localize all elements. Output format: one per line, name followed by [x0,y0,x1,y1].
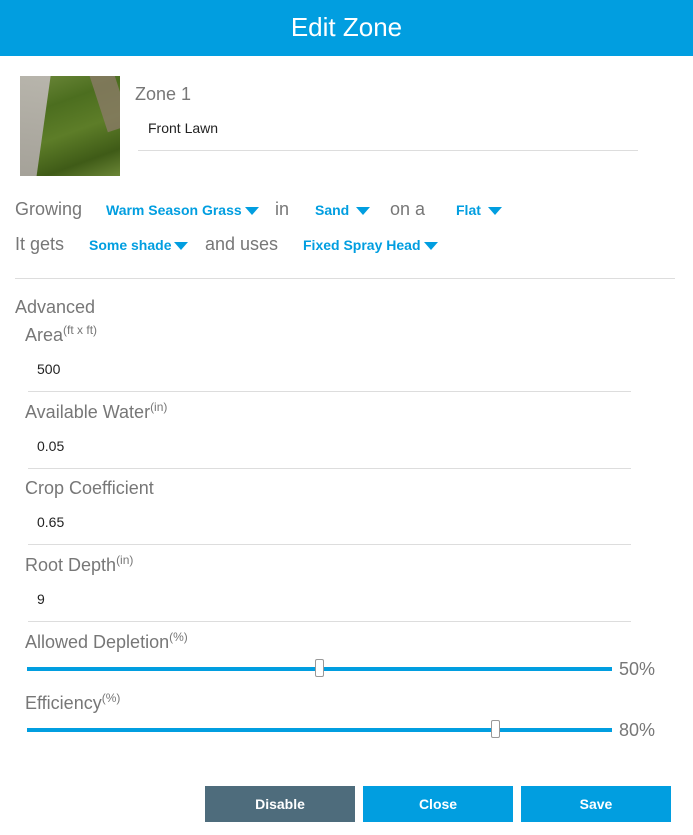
chevron-down-icon [487,207,502,216]
efficiency-value: 80% [619,720,656,740]
section-divider [15,278,675,279]
allowed-depletion-slider-handle[interactable] [315,659,324,677]
available-water-label: Available Water(in) [25,400,168,423]
allowed-depletion-unit: (%) [169,630,188,644]
area-label: Area(ft x ft) [25,323,98,346]
on-a-text: on a [390,199,426,219]
root-depth-input[interactable]: 9 [37,591,45,607]
and-uses-text: and uses [205,234,279,254]
advanced-heading: Advanced [15,297,96,317]
root-depth-label: Root Depth(in) [25,553,134,576]
exposure-dropdown[interactable]: Some shade [89,237,189,253]
chevron-down-icon [244,207,259,216]
efficiency-slider-handle[interactable] [491,720,500,738]
plant-type-dropdown[interactable]: Warm Season Grass [106,202,259,218]
slope-dropdown[interactable]: Flat [456,202,502,218]
efficiency-label-text: Efficiency [25,693,102,713]
root-depth-label-text: Root Depth [25,555,117,575]
area-input[interactable]: 500 [37,361,60,377]
root-depth-unit: (in) [116,553,134,567]
allowed-depletion-value: 50% [619,659,656,679]
in-text: in [275,199,290,219]
plant-type-value: Warm Season Grass [106,202,242,218]
crop-coefficient-label: Crop Coefficient [25,478,154,498]
close-button[interactable]: Close [363,786,513,822]
sprinkler-dropdown[interactable]: Fixed Spray Head [303,237,438,253]
allowed-depletion-label-text: Allowed Depletion [25,632,170,652]
chevron-down-icon [423,242,438,251]
dialog-header: Edit Zone [0,0,693,56]
available-water-input[interactable]: 0.05 [37,438,64,454]
zone-name-underline [138,150,638,151]
efficiency-unit: (%) [101,691,121,705]
soil-value: Sand [315,202,350,218]
exposure-value: Some shade [89,237,172,253]
disable-button[interactable]: Disable [205,786,355,822]
efficiency-label: Efficiency(%) [25,691,121,714]
available-water-underline [28,468,631,469]
available-water-unit: (in) [150,400,168,414]
chevron-down-icon [174,242,189,251]
root-depth-underline [28,621,631,622]
growing-text: Growing [15,199,83,219]
allowed-depletion-slider[interactable] [27,659,612,677]
crop-coefficient-input[interactable]: 0.65 [37,514,64,530]
allowed-depletion-label: Allowed Depletion(%) [25,630,188,653]
save-button[interactable]: Save [521,786,671,822]
crop-coefficient-underline [28,544,631,545]
photo-sidewalk [20,76,52,176]
soil-dropdown[interactable]: Sand [315,202,371,218]
slope-value: Flat [456,202,481,218]
zone-photo[interactable] [20,76,120,176]
efficiency-slider[interactable] [27,720,612,738]
zone-name-input[interactable]: Front Lawn [148,120,218,136]
area-unit: (ft x ft) [63,323,98,337]
sprinkler-value: Fixed Spray Head [303,237,421,253]
area-underline [28,391,631,392]
zone-number-label: Zone 1 [135,84,192,104]
chevron-down-icon [356,207,371,216]
dialog-title: Edit Zone [290,12,403,42]
it-gets-text: It gets [15,234,65,254]
photo-edge [89,76,120,133]
area-label-text: Area [25,325,64,345]
available-water-label-text: Available Water [25,402,151,422]
